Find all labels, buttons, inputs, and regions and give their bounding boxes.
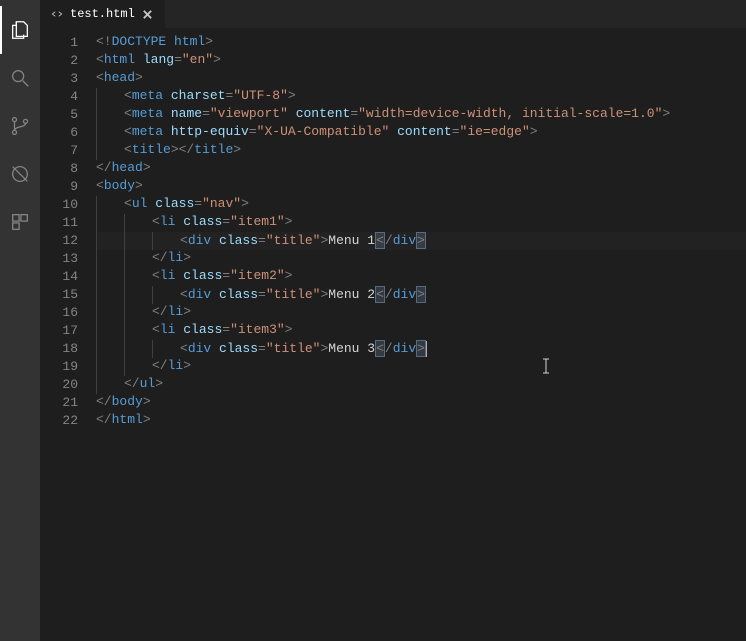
line-number: 10 <box>40 196 78 214</box>
code-line: <!DOCTYPE html> <box>96 34 746 52</box>
line-number: 11 <box>40 214 78 232</box>
line-number: 12 <box>40 232 78 250</box>
line-number-gutter: 1 2 3 4 5 6 7 8 9 10 11 12 13 14 15 16 1… <box>40 28 96 641</box>
code-line: </body> <box>96 394 746 412</box>
line-number: 17 <box>40 322 78 340</box>
code-line: <ul class="nav"> <box>96 196 746 214</box>
extensions-icon <box>9 211 31 233</box>
activity-bar <box>0 0 40 641</box>
search-icon <box>9 67 31 89</box>
code-line: <meta http-equiv="X-UA-Compatible" conte… <box>96 124 746 142</box>
line-number: 3 <box>40 70 78 88</box>
line-number: 4 <box>40 88 78 106</box>
bug-icon <box>9 163 31 185</box>
close-icon <box>142 9 153 20</box>
line-number: 5 <box>40 106 78 124</box>
line-number: 21 <box>40 394 78 412</box>
code-line: <html lang="en"> <box>96 52 746 70</box>
search-tab[interactable] <box>0 54 40 102</box>
files-icon <box>9 19 31 41</box>
code-line: <div class="title">Menu 3</div> <box>96 340 746 358</box>
line-number: 15 <box>40 286 78 304</box>
tab-filename: test.html <box>70 7 135 21</box>
scm-tab[interactable] <box>0 102 40 150</box>
line-number: 22 <box>40 412 78 430</box>
code-line: <div class="title">Menu 2</div> <box>96 286 746 304</box>
extensions-tab[interactable] <box>0 198 40 246</box>
line-number: 20 <box>40 376 78 394</box>
line-number: 19 <box>40 358 78 376</box>
code-line: <meta name="viewport" content="width=dev… <box>96 106 746 124</box>
line-number: 8 <box>40 160 78 178</box>
code-line: </li> <box>96 250 746 268</box>
line-number: 6 <box>40 124 78 142</box>
close-tab-button[interactable] <box>141 7 155 21</box>
code-line: <head> <box>96 70 746 88</box>
code-line: <title></title> <box>96 142 746 160</box>
code-file-icon <box>50 7 64 21</box>
code-line: </ul> <box>96 376 746 394</box>
line-number: 7 <box>40 142 78 160</box>
text-cursor <box>426 341 427 357</box>
code-line: <div class="title">Menu 1</div> <box>96 232 746 250</box>
line-number: 13 <box>40 250 78 268</box>
debug-tab[interactable] <box>0 150 40 198</box>
code-line: <li class="item3"> <box>96 322 746 340</box>
tab-bar: test.html <box>40 0 746 28</box>
code-line: </li> <box>96 358 746 376</box>
line-number: 14 <box>40 268 78 286</box>
line-number: 1 <box>40 34 78 52</box>
line-number: 2 <box>40 52 78 70</box>
explorer-tab[interactable] <box>0 6 40 54</box>
editor-tab[interactable]: test.html <box>40 0 166 28</box>
code-line: </html> <box>96 412 746 430</box>
code-line: </head> <box>96 160 746 178</box>
branch-icon <box>9 115 31 137</box>
code-line: <body> <box>96 178 746 196</box>
code-line: </li> <box>96 304 746 322</box>
code-line: <li class="item2"> <box>96 268 746 286</box>
line-number: 9 <box>40 178 78 196</box>
code-line: <li class="item1"> <box>96 214 746 232</box>
editor[interactable]: 1 2 3 4 5 6 7 8 9 10 11 12 13 14 15 16 1… <box>40 28 746 641</box>
code-line: <meta charset="UTF-8"> <box>96 88 746 106</box>
line-number: 16 <box>40 304 78 322</box>
line-number: 18 <box>40 340 78 358</box>
code-area[interactable]: <!DOCTYPE html> <html lang="en"> <head> … <box>96 28 746 641</box>
